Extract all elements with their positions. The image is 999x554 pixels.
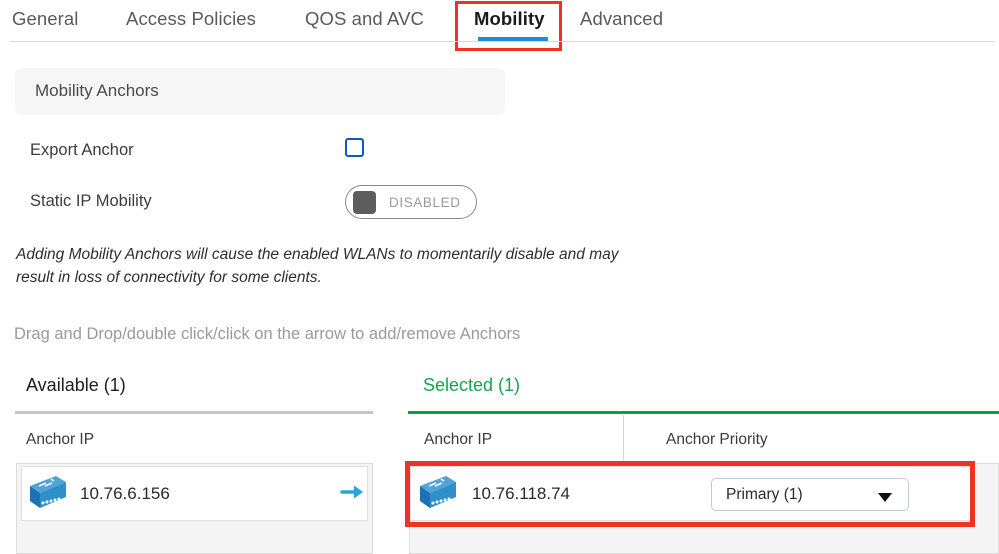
section-title: Mobility Anchors (35, 81, 159, 100)
selected-column-anchor-ip: Anchor IP (424, 431, 493, 448)
mobility-warning-note: Adding Mobility Anchors will cause the e… (16, 246, 619, 286)
toggle-knob-icon (353, 191, 376, 214)
available-panel-title: Available (1) (26, 375, 126, 395)
mobility-anchors-section-header: Mobility Anchors (15, 68, 505, 115)
selected-anchor-highlight-box (405, 461, 975, 527)
arrow-right-icon[interactable] (340, 482, 364, 502)
selected-column-divider (623, 415, 624, 463)
selected-column-anchor-priority: Anchor Priority (666, 431, 768, 448)
tab-qos-and-avc[interactable]: QOS and AVC (305, 8, 424, 30)
export-anchor-checkbox[interactable] (345, 138, 364, 157)
static-ip-mobility-toggle[interactable]: DISABLED (345, 185, 477, 219)
mobility-tab-highlight-box (455, 1, 562, 51)
drag-drop-instruction: Drag and Drop/double click/click on the … (14, 325, 521, 343)
tab-bar: General Access Policies QOS and AVC Mobi… (0, 0, 999, 51)
available-anchor-ip-value: 10.76.6.156 (80, 484, 170, 503)
selected-panel-title: Selected (1) (423, 375, 521, 395)
toggle-state-label: DISABLED (389, 195, 461, 210)
tab-general[interactable]: General (12, 8, 79, 30)
export-anchor-label: Export Anchor (30, 141, 134, 159)
static-ip-mobility-label: Static IP Mobility (30, 192, 152, 210)
available-panel-rule (15, 411, 373, 414)
tab-access-policies[interactable]: Access Policies (126, 8, 256, 30)
selected-panel-rule (408, 411, 999, 414)
tab-advanced[interactable]: Advanced (580, 8, 663, 30)
available-anchor-row[interactable] (21, 466, 368, 521)
tab-bar-divider (10, 41, 995, 42)
wlc-device-icon (24, 474, 68, 512)
available-column-anchor-ip: Anchor IP (26, 431, 95, 448)
